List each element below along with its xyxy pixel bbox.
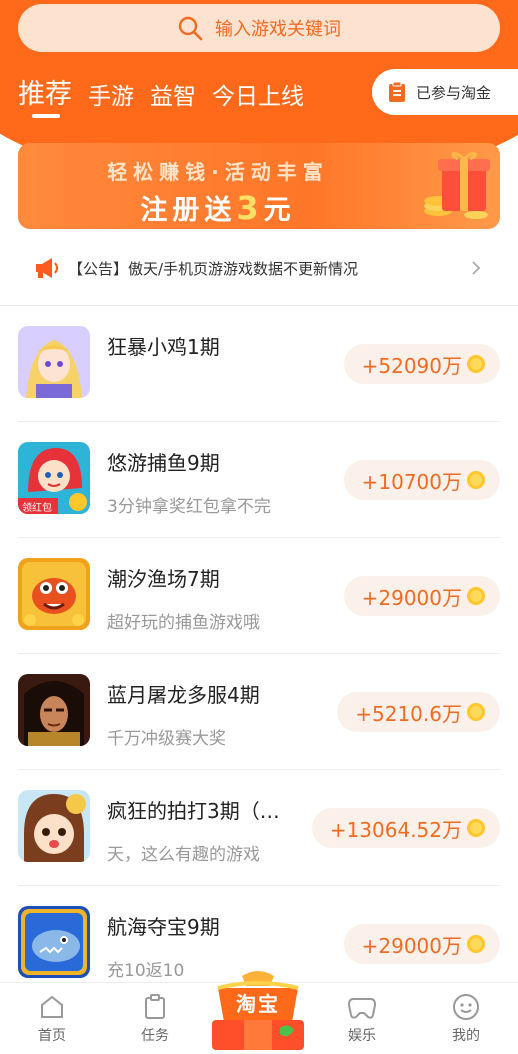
megaphone-icon [36,258,58,278]
reward-amount: +5210.6万 [355,701,462,726]
game-title: 潮汐渔场7期 [107,567,220,591]
nav-fun-label: 娱乐 [348,1028,376,1044]
nav-taobao-center-button[interactable]: 淘宝 [204,968,312,1054]
gold-coin-icon [467,819,485,837]
joined-gold-button[interactable]: 已参与淘金 [372,69,518,115]
nav-fun[interactable]: 娱乐 [332,993,392,1045]
search-input[interactable]: 输入游戏关键词 [18,4,500,52]
gold-coin-icon [467,703,485,721]
reward-amount: +13064.52万 [329,817,462,842]
game-list: 狂暴小鸡1期 +52090万 领红包 悠游捕鱼9期 3分钟拿奖红包拿不完 +10… [0,306,518,1002]
reward-badge[interactable]: +13064.52万 [311,808,500,848]
nav-mine-label: 我的 [452,1028,480,1044]
smiley-icon [453,994,479,1020]
tab-recommend[interactable]: 推荐 [18,72,72,118]
game-subtitle: 充10返10 [107,961,185,981]
banner-offer-suffix: 元 [263,195,296,226]
nav-taobao-label: 淘宝 [236,992,280,1016]
game-list-item[interactable]: 疯狂的拍打3期（… 天，这么有趣的游戏 +13064.52万 [18,770,500,886]
banner-offer-amount: 3 [236,189,264,227]
search-placeholder: 输入游戏关键词 [215,19,341,40]
reward-badge[interactable]: +29000万 [343,924,500,964]
tab-mobile-games[interactable]: 手游 [88,77,134,111]
tab-puzzle[interactable]: 益智 [150,77,196,111]
reward-amount: +10700万 [361,469,462,494]
promo-banner[interactable]: 轻松赚钱·活动丰富 注册送3元 [18,143,500,229]
crab-icon [18,558,90,630]
app-screen: 输入游戏关键词 推荐 手游 益智 今日上线 已参与淘金 轻松赚钱·活动丰富 注册… [0,0,518,1054]
nav-home-label: 首页 [38,1028,66,1044]
gold-coin-icon [467,471,485,489]
game-subtitle: 超好玩的捕鱼游戏哦 [107,613,260,633]
game-title: 蓝月屠龙多服4期 [107,683,260,707]
game-list-item[interactable]: 蓝月屠龙多服4期 千万冲级赛大奖 +5210.6万 [18,654,500,770]
game-subtitle: 3分钟拿奖红包拿不完 [107,497,271,517]
reward-badge[interactable]: +10700万 [343,460,500,500]
gold-coin-icon [467,935,485,953]
nav-mine[interactable]: 我的 [436,993,496,1045]
gold-coin-icon [467,355,485,373]
search-icon [178,16,203,41]
reward-amount: +52090万 [361,353,462,378]
home-icon [41,995,63,1018]
shark-icon [18,906,90,978]
game-title: 悠游捕鱼9期 [107,451,220,475]
reward-amount: +29000万 [361,933,462,958]
clipboard-icon [145,994,165,1019]
game-subtitle: 天，这么有趣的游戏 [107,845,260,865]
nav-tasks-label: 任务 [141,1028,169,1044]
game-list-item[interactable]: 领红包 悠游捕鱼9期 3分钟拿奖红包拿不完 +10700万 [18,422,500,538]
red-packet-badge: 领红包 [22,501,52,514]
cartoon-girl-icon [18,790,90,862]
announcement-text: 【公告】傲天/手机页游游戏数据不更新情况 [68,259,359,278]
game-title: 航海夺宝9期 [107,915,220,939]
game-list-item[interactable]: 狂暴小鸡1期 +52090万 [18,306,500,422]
nav-home[interactable]: 首页 [22,993,82,1045]
gift-box-icon [424,152,490,219]
game-title: 疯狂的拍打3期（… [107,799,280,823]
category-tabs: 推荐 手游 益智 今日上线 [18,72,304,118]
reward-badge[interactable]: +29000万 [343,576,500,616]
chevron-right-icon [472,261,481,275]
anime-girl-icon [18,326,90,398]
mermaid-icon: 领红包 [18,442,90,514]
announcement-bar[interactable]: 【公告】傲天/手机页游游戏数据不更新情况 [0,240,518,296]
reward-amount: +29000万 [361,585,462,610]
reward-badge[interactable]: +52090万 [343,344,500,384]
tab-today-online[interactable]: 今日上线 [212,77,304,111]
nav-tasks[interactable]: 任务 [125,993,185,1045]
game-title: 狂暴小鸡1期 [107,335,220,359]
reward-badge[interactable]: +5210.6万 [337,692,500,732]
banner-offer: 注册送3元 [18,188,418,227]
warrior-icon [18,674,90,746]
banner-offer-prefix: 注册送 [140,195,237,226]
game-subtitle: 千万冲级赛大奖 [107,729,226,749]
gold-coin-icon [467,587,485,605]
gamepad-icon [347,998,377,1019]
clipboard-icon [389,81,405,102]
joined-gold-label: 已参与淘金 [416,83,492,102]
banner-tagline: 轻松赚钱·活动丰富 [107,160,329,184]
game-list-item[interactable]: 潮汐渔场7期 超好玩的捕鱼游戏哦 +29000万 [18,538,500,654]
